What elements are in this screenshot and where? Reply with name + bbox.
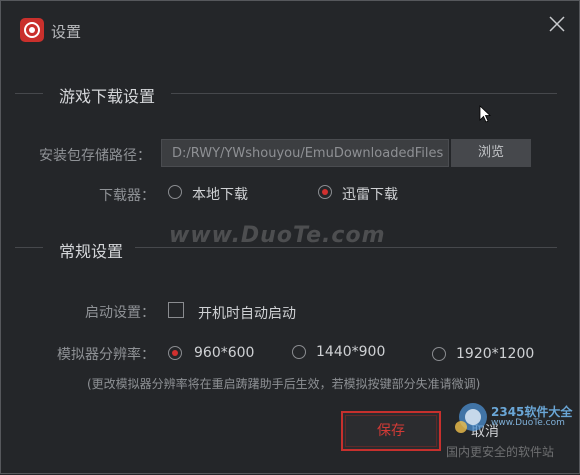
close-icon[interactable] bbox=[547, 14, 567, 34]
autostart-label[interactable]: 开机时自动启动 bbox=[198, 303, 296, 323]
autostart-checkbox[interactable] bbox=[168, 302, 184, 318]
save-button[interactable]: 保存 bbox=[341, 411, 441, 451]
general-section-title: 常规设置 bbox=[59, 242, 124, 261]
download-section-title: 游戏下载设置 bbox=[59, 87, 156, 106]
resolution-1920x1200-label[interactable]: 1920*1200 bbox=[456, 346, 534, 362]
section-divider bbox=[171, 93, 557, 94]
radio-960x600[interactable] bbox=[168, 346, 182, 360]
radio-local-download[interactable] bbox=[168, 185, 182, 199]
radio-1920x1200[interactable] bbox=[432, 347, 446, 361]
startup-label: 启动设置： bbox=[85, 305, 155, 321]
path-input[interactable]: D:/RWY/YWshouyou/EmuDownloadedFiles bbox=[161, 139, 449, 167]
watermark-slogan: 国内更安全的软件站 bbox=[446, 445, 555, 459]
local-download-label[interactable]: 本地下载 bbox=[192, 184, 248, 204]
resolution-1440x900-label[interactable]: 1440*900 bbox=[316, 344, 385, 360]
window-title: 设置 bbox=[51, 23, 82, 41]
xunlei-download-label[interactable]: 迅雷下载 bbox=[342, 184, 398, 204]
settings-dialog: 设置 游戏下载设置 安装包存储路径： D:/RWY/YWshouyou/EmuD… bbox=[0, 0, 580, 474]
watermark-text: www.DuoTe.com bbox=[169, 223, 386, 248]
mouse-cursor-icon bbox=[479, 105, 491, 123]
resolution-note: (更改模拟器分辨率将在重启踌躇助手后生效，若模拟按键部分失准请微调) bbox=[87, 377, 481, 391]
resolution-label: 模拟器分辨率： bbox=[57, 347, 155, 363]
section-divider bbox=[15, 93, 43, 94]
radio-xunlei-download[interactable] bbox=[318, 185, 332, 199]
resolution-960x600-label[interactable]: 960*600 bbox=[194, 345, 254, 361]
browse-button[interactable]: 浏览 bbox=[451, 139, 531, 167]
app-logo-icon bbox=[20, 18, 44, 42]
downloader-label: 下载器： bbox=[99, 188, 155, 204]
section-divider bbox=[15, 247, 43, 248]
watermark-site-url: www.DuoTe.com bbox=[491, 418, 565, 428]
radio-1440x900[interactable] bbox=[292, 345, 306, 359]
path-label: 安装包存储路径： bbox=[39, 148, 151, 164]
